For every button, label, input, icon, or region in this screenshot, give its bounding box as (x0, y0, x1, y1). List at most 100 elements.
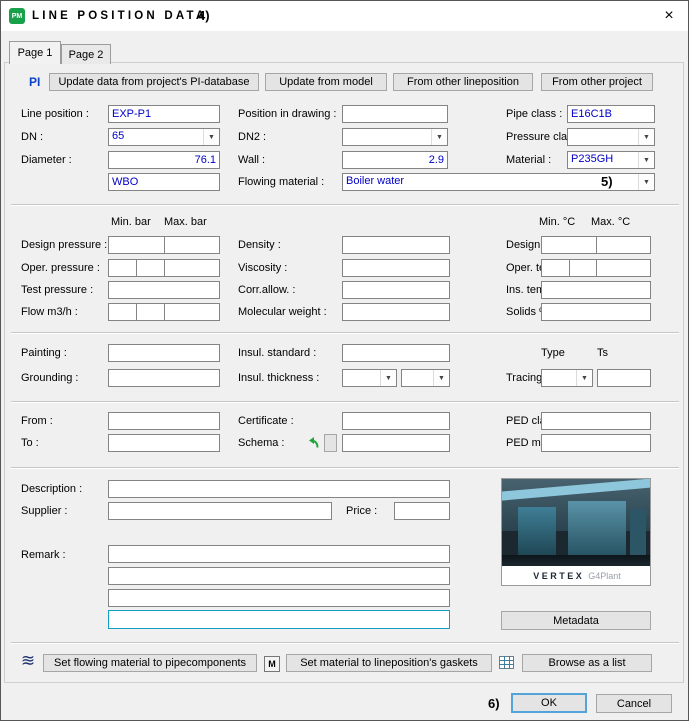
chevron-down-icon[interactable]: ▼ (638, 129, 654, 145)
metadata-button[interactable]: Metadata (501, 611, 651, 630)
dn2-label: DN2 : (238, 131, 266, 143)
flow-min-input[interactable] (109, 304, 137, 320)
flow-mid-input[interactable] (137, 304, 165, 320)
pressure-class-value (568, 129, 638, 145)
chevron-down-icon[interactable]: ▼ (576, 370, 592, 386)
set-flowing-material-button[interactable]: Set flowing material to pipecomponents (43, 654, 257, 672)
molecular-weight-input[interactable] (342, 303, 450, 321)
design-temp-inputs (541, 236, 651, 254)
type-header: Type (541, 347, 565, 359)
description-input[interactable] (108, 480, 450, 498)
price-input[interactable] (394, 502, 450, 520)
certificate-label: Certificate : (238, 415, 294, 427)
molecular-weight-label: Molecular weight : (238, 306, 327, 318)
insul-standard-label: Insul. standard : (238, 347, 316, 359)
dn2-select[interactable]: ▼ (342, 128, 448, 146)
diameter-input[interactable] (108, 151, 220, 169)
to-input[interactable] (108, 434, 220, 452)
wall-input[interactable] (342, 151, 448, 169)
pi-label: PI (29, 75, 40, 89)
schema-browse-button[interactable] (324, 434, 337, 452)
tracing-ts-input[interactable] (597, 369, 651, 387)
material-label: Material : (506, 154, 551, 166)
dn-select[interactable]: 65 ▼ (108, 128, 220, 146)
line-position-input[interactable] (108, 105, 220, 123)
chevron-down-icon[interactable]: ▼ (380, 370, 396, 386)
insul-thickness-select-2[interactable]: ▼ (401, 369, 450, 387)
test-pressure-input[interactable] (108, 281, 220, 299)
ped-class-input[interactable] (541, 412, 651, 430)
chevron-down-icon[interactable]: ▼ (638, 174, 654, 190)
separator (11, 642, 679, 644)
pipe-class-input[interactable] (567, 105, 655, 123)
oper-pressure-min-input[interactable] (109, 260, 137, 276)
viscosity-input[interactable] (342, 259, 450, 277)
ok-button[interactable]: OK (511, 693, 587, 713)
flowing-material-label: Flowing material : (238, 176, 324, 188)
from-other-project-button[interactable]: From other project (541, 73, 653, 91)
certificate-input[interactable] (342, 412, 450, 430)
pressure-class-select[interactable]: ▼ (567, 128, 655, 146)
from-input[interactable] (108, 412, 220, 430)
set-material-gaskets-button[interactable]: Set material to lineposition's gaskets (286, 654, 492, 672)
grounding-label: Grounding : (21, 372, 78, 384)
corr-allow-input[interactable] (342, 281, 450, 299)
flow-label: Flow m3/h : (21, 306, 78, 318)
oper-temp-min-input[interactable] (542, 260, 570, 276)
grounding-input[interactable] (108, 369, 220, 387)
chevron-down-icon[interactable]: ▼ (431, 129, 447, 145)
update-pi-database-button[interactable]: Update data from project's PI-database (49, 73, 259, 91)
remark-input-4[interactable] (108, 610, 450, 629)
oper-pressure-mid-input[interactable] (137, 260, 165, 276)
max-c-header: Max. °C (591, 216, 630, 228)
supplier-input[interactable] (108, 502, 332, 520)
position-in-drawing-input[interactable] (342, 105, 448, 123)
browse-as-list-button[interactable]: Browse as a list (522, 654, 652, 672)
chevron-down-icon[interactable]: ▼ (433, 370, 449, 386)
cancel-button[interactable]: Cancel (596, 694, 672, 713)
price-label: Price : (346, 505, 377, 517)
insul-standard-input[interactable] (342, 344, 450, 362)
oper-pressure-label: Oper. pressure : (21, 262, 100, 274)
flowing-material-value: Boiler water (343, 174, 638, 190)
flow-max-input[interactable] (165, 304, 219, 320)
design-temp-min-input[interactable] (542, 237, 597, 253)
insul-thickness-select-1[interactable]: ▼ (342, 369, 397, 387)
schema-open-icon[interactable] (305, 435, 321, 451)
tab-page-2[interactable]: Page 2 (61, 44, 111, 64)
design-pressure-max-input[interactable] (165, 237, 220, 253)
oper-pressure-max-input[interactable] (165, 260, 219, 276)
chevron-down-icon[interactable]: ▼ (638, 152, 654, 168)
to-label: To : (21, 437, 39, 449)
window-title: LINE POSITION DATA (32, 10, 207, 22)
painting-input[interactable] (108, 344, 220, 362)
close-icon[interactable]: × (654, 1, 684, 31)
remark-label: Remark : (21, 549, 66, 561)
schema-label: Schema : (238, 437, 284, 449)
oper-temp-mid-input[interactable] (570, 260, 598, 276)
remark-input-2[interactable] (108, 567, 450, 585)
tab-page-1[interactable]: Page 1 (9, 41, 61, 64)
ins-temp-input[interactable] (541, 281, 651, 299)
solids-input[interactable] (541, 303, 651, 321)
annotation-6: 6) (488, 696, 500, 711)
design-temp-max-input[interactable] (597, 237, 651, 253)
ped-module-input[interactable] (541, 434, 651, 452)
material-select[interactable]: P235GH ▼ (567, 151, 655, 169)
dn-label: DN : (21, 131, 43, 143)
schema-input[interactable] (342, 434, 450, 452)
update-from-model-button[interactable]: Update from model (265, 73, 387, 91)
oper-temp-max-input[interactable] (597, 260, 650, 276)
code-input[interactable] (108, 173, 220, 191)
ts-header: Ts (597, 347, 608, 359)
remark-input-1[interactable] (108, 545, 450, 563)
tracing-type-select[interactable]: ▼ (541, 369, 593, 387)
design-pressure-min-input[interactable] (109, 237, 165, 253)
chevron-down-icon[interactable]: ▼ (203, 129, 219, 145)
insul-thickness-label: Insul. thickness : (238, 372, 319, 384)
photo-caption: VERTEX G4Plant (502, 566, 651, 585)
remark-input-3[interactable] (108, 589, 450, 607)
list-grid-icon (499, 656, 514, 669)
density-input[interactable] (342, 236, 450, 254)
from-other-lineposition-button[interactable]: From other lineposition (393, 73, 533, 91)
